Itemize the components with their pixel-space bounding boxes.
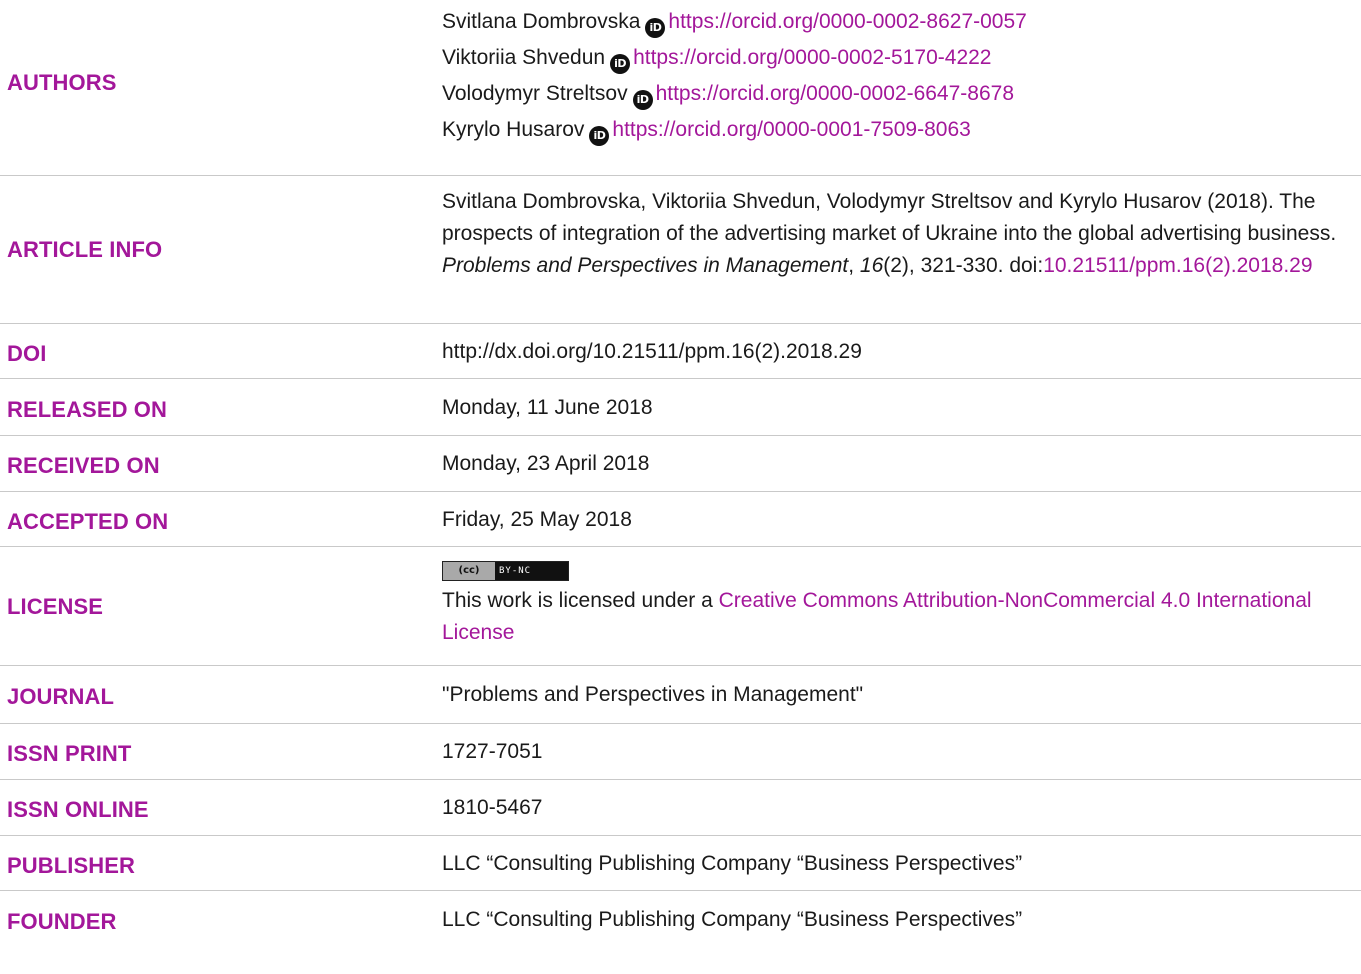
founder-label: FOUNDER: [7, 909, 117, 934]
citation-comma: ,: [848, 254, 860, 277]
article-info-row: ARTICLE INFO Svitlana Dombrovska, Viktor…: [0, 176, 1361, 324]
received-on-row: RECEIVED ON Monday, 23 April 2018: [0, 436, 1361, 492]
doi-value: http://dx.doi.org/10.21511/ppm.16(2).201…: [442, 340, 862, 363]
author-name: Svitlana Dombrovska: [442, 10, 641, 33]
orcid-link[interactable]: https://orcid.org/0000-0002-8627-0057: [668, 10, 1026, 33]
doi-label: DOI: [7, 341, 47, 366]
license-badge-row: (cc) BY-NC: [442, 561, 1359, 581]
orcid-link[interactable]: https://orcid.org/0000-0002-5170-4222: [633, 46, 991, 69]
cc-by-nc-badge-icon[interactable]: (cc) BY-NC: [442, 561, 569, 581]
received-on-label: RECEIVED ON: [7, 453, 160, 478]
author-item: Viktoriia Shvedun iD https://orcid.org/000…: [442, 40, 1359, 76]
license-text-pre: This work is licensed under a: [442, 589, 719, 612]
orcid-icon[interactable]: iD: [589, 126, 610, 146]
doi-row: DOI http://dx.doi.org/10.21511/ppm.16(2)…: [0, 324, 1361, 379]
license-label: LICENSE: [7, 594, 104, 619]
orcid-icon[interactable]: iD: [632, 90, 653, 110]
orcid-link[interactable]: https://orcid.org/0000-0002-6647-8678: [656, 82, 1014, 105]
citation-doi-link[interactable]: 10.21511/ppm.16(2).2018.29: [1043, 254, 1312, 277]
author-item: Kyrylo Husarov iD https://orcid.org/0000-0…: [442, 112, 1359, 148]
accepted-on-label: ACCEPTED ON: [7, 509, 169, 534]
issn-print-value: 1727-7051: [442, 740, 543, 763]
founder-row: FOUNDER LLC “Consulting Publishing Compa…: [0, 891, 1361, 951]
authors-row: AUTHORS Svitlana Dombrovska iD https://orc…: [0, 0, 1361, 176]
journal-label: JOURNAL: [7, 684, 115, 709]
issn-print-label: ISSN PRINT: [7, 741, 132, 766]
accepted-on-row: ACCEPTED ON Friday, 25 May 2018: [0, 492, 1361, 547]
license-text: This work is licensed under a Creative C…: [442, 585, 1359, 649]
issn-online-label: ISSN ONLINE: [7, 797, 149, 822]
founder-value: LLC “Consulting Publishing Company “Busi…: [442, 908, 1023, 931]
license-row: LICENSE (cc) BY-NC This work is licensed …: [0, 547, 1361, 666]
author-name: Volodymyr Streltsov: [442, 82, 628, 105]
released-on-value: Monday, 11 June 2018: [442, 396, 653, 419]
cc-logo-text: (cc): [443, 562, 495, 580]
cc-terms-text: BY-NC: [499, 566, 532, 576]
citation-journal: Problems and Perspectives in Management: [442, 254, 849, 277]
issn-online-row: ISSN ONLINE 1810-5467: [0, 780, 1361, 836]
released-on-row: RELEASED ON Monday, 11 June 2018: [0, 379, 1361, 436]
article-citation: Svitlana Dombrovska, Viktoriia Shvedun, …: [442, 186, 1359, 282]
citation-text: Svitlana Dombrovska, Viktoriia Shvedun, …: [442, 190, 1337, 245]
publisher-label: PUBLISHER: [7, 853, 136, 878]
released-on-label: RELEASED ON: [7, 397, 168, 422]
authors-label: AUTHORS: [7, 70, 117, 95]
citation-pages: (2), 321-330. doi:: [883, 254, 1044, 277]
authors-list: Svitlana Dombrovska iD https://orcid.org/0…: [442, 4, 1359, 148]
accepted-on-value: Friday, 25 May 2018: [442, 508, 632, 531]
orcid-link[interactable]: https://orcid.org/0000-0001-7509-8063: [612, 118, 970, 141]
author-item: Volodymyr Streltsov iD https://orcid.org/0…: [442, 76, 1359, 112]
author-name: Viktoriia Shvedun: [442, 46, 606, 69]
orcid-icon[interactable]: iD: [645, 18, 666, 38]
publisher-row: PUBLISHER LLC “Consulting Publishing Com…: [0, 836, 1361, 891]
issn-online-value: 1810-5467: [442, 796, 543, 819]
issn-print-row: ISSN PRINT 1727-7051: [0, 724, 1361, 780]
article-info-label: ARTICLE INFO: [7, 237, 163, 262]
author-item: Svitlana Dombrovska iD https://orcid.org/0…: [442, 4, 1359, 40]
publisher-value: LLC “Consulting Publishing Company “Busi…: [442, 852, 1023, 875]
orcid-icon[interactable]: iD: [610, 54, 631, 74]
journal-row: JOURNAL "Problems and Perspectives in Ma…: [0, 666, 1361, 724]
license-value: (cc) BY-NC This work is licensed under a …: [442, 561, 1359, 649]
received-on-value: Monday, 23 April 2018: [442, 452, 650, 475]
author-name: Kyrylo Husarov: [442, 118, 585, 141]
citation-volume: 16: [859, 254, 884, 277]
journal-value: "Problems and Perspectives in Management…: [442, 683, 864, 706]
